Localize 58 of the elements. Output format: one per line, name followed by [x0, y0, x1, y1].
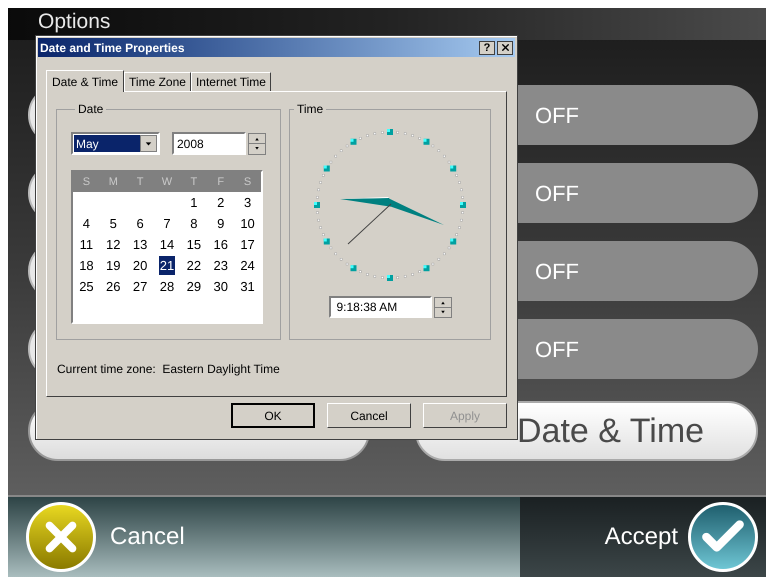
year-spinner[interactable] — [248, 132, 266, 154]
calendar-day[interactable]: 20 — [132, 256, 148, 276]
dialog-tab[interactable]: Time Zone — [124, 72, 191, 91]
weekday-label: W — [160, 174, 174, 190]
month-dropdown[interactable]: May — [71, 132, 160, 155]
calendar-day[interactable]: 27 — [132, 276, 148, 296]
calendar-day[interactable]: 22 — [186, 256, 202, 276]
page-title: Options — [38, 10, 110, 33]
dialog-tab[interactable]: Internet Time — [190, 72, 271, 91]
calendar-day[interactable]: 29 — [186, 276, 202, 296]
calendar-day[interactable]: 3 — [242, 192, 252, 212]
year-field[interactable]: 2008 — [172, 132, 246, 155]
weekday-label: T — [136, 174, 144, 190]
calendar-day[interactable]: 30 — [212, 276, 229, 296]
calendar-day[interactable]: 12 — [105, 234, 122, 254]
calendar-day[interactable]: 16 — [212, 234, 229, 254]
calendar-day[interactable]: 18 — [78, 256, 95, 276]
calendar-day[interactable]: 13 — [132, 234, 148, 254]
calendar-day[interactable]: 10 — [239, 214, 256, 234]
calendar-day[interactable]: 6 — [136, 214, 145, 234]
accept-button[interactable]: Accept — [520, 497, 766, 577]
calendar-day[interactable]: 19 — [105, 256, 122, 276]
dialog-tab[interactable]: Date & Time — [46, 70, 124, 92]
calendar-day[interactable]: 5 — [108, 214, 118, 234]
weekday-label: T — [189, 174, 198, 190]
calendar-day[interactable]: 17 — [239, 234, 256, 254]
group-label: Time — [296, 101, 324, 118]
dialog-button[interactable]: Cancel — [327, 403, 411, 428]
group-label: Date — [77, 101, 104, 118]
calendar-day[interactable]: 9 — [216, 214, 226, 234]
time-spinner[interactable] — [434, 296, 452, 318]
calendar-day[interactable]: 8 — [189, 214, 198, 234]
dialog-title: Date and Time Properties — [40, 40, 184, 56]
time-field[interactable]: 9:18:38 AM — [328, 296, 432, 318]
calendar-day[interactable]: 24 — [239, 256, 256, 276]
calendar-day[interactable]: 2 — [216, 192, 226, 212]
calendar-day[interactable]: 11 — [78, 234, 94, 254]
close-button[interactable] — [497, 40, 513, 54]
calendar-day[interactable]: 4 — [82, 214, 92, 234]
calendar-day[interactable]: 21 — [158, 256, 176, 276]
calendar-day[interactable]: 26 — [105, 276, 122, 296]
calendar-day[interactable]: 14 — [158, 234, 176, 254]
timezone-text: Current time zone: Eastern Daylight Time — [57, 361, 281, 378]
weekday-label: S — [82, 174, 92, 190]
dialog-button[interactable]: OK — [231, 403, 315, 428]
help-button[interactable]: ? — [479, 40, 495, 54]
calendar-day[interactable]: 15 — [186, 234, 202, 254]
calendar-day[interactable]: 28 — [158, 276, 176, 296]
weekday-label: S — [242, 174, 252, 190]
calendar-day[interactable]: 7 — [162, 214, 172, 234]
weekday-label: M — [108, 174, 119, 190]
calendar-day[interactable]: 1 — [189, 192, 198, 212]
close-icon — [500, 42, 510, 53]
calendar-day[interactable]: 23 — [212, 256, 229, 276]
calendar-day[interactable]: 31 — [239, 276, 256, 296]
calendar-day[interactable]: 25 — [78, 276, 95, 296]
cancel-button[interactable]: Cancel — [8, 497, 520, 577]
weekday-label: F — [216, 174, 226, 190]
